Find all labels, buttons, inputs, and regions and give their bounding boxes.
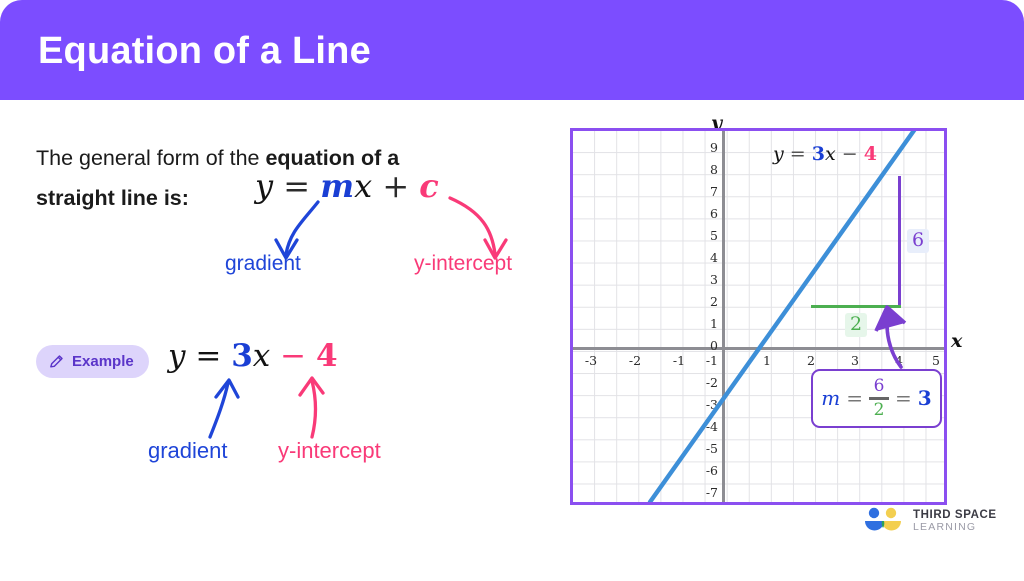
graph-eq-x: x xyxy=(824,143,836,165)
brand-logo: THIRD SPACE LEARNING xyxy=(862,507,997,535)
intercept-arrow-pink-example xyxy=(310,379,318,439)
brand-logo-text: THIRD SPACE LEARNING xyxy=(913,509,997,533)
example-badge: Example xyxy=(36,345,149,378)
intro-line1-plain: The general form of the xyxy=(36,146,266,170)
intercept-label-example: y-intercept xyxy=(278,438,381,463)
gradient-label-example: gradient xyxy=(148,438,228,463)
page-title: Equation of a Line xyxy=(38,30,371,72)
ex-eq-intercept: 4 xyxy=(315,338,338,374)
intercept-label-general: y-intercept xyxy=(414,252,513,275)
gradient-formula-m: m xyxy=(821,386,841,411)
graph-eq-slope: 3 xyxy=(811,143,825,165)
ex-eq-x: x xyxy=(252,338,271,374)
third-space-learning-logo-icon xyxy=(865,507,901,531)
ex-eq-minus: − xyxy=(280,338,307,374)
gradient-arrow-blue xyxy=(284,200,320,256)
rise-label: 6 xyxy=(907,229,930,253)
gradient-formula-denominator: 2 xyxy=(873,399,885,420)
brand-name-line2: LEARNING xyxy=(913,520,977,533)
example-equation: y = 3x − 4 xyxy=(168,338,338,374)
gradient-formula-box: m = 6 2 = 3 xyxy=(811,369,942,428)
graph-eq-minus: − xyxy=(841,143,858,165)
lesson-card: Equation of a Line The general form of t… xyxy=(0,0,1024,581)
gradient-formula-fraction: 6 2 xyxy=(869,375,890,420)
example-badge-label: Example xyxy=(72,353,134,370)
gradient-formula-result: 3 xyxy=(917,386,932,411)
gradient-label-general: gradient xyxy=(225,252,301,275)
gradient-formula-equals-1: = xyxy=(846,386,864,411)
graph-eq-equals: = xyxy=(789,143,806,165)
page-header: Equation of a Line xyxy=(0,0,1024,100)
ex-eq-y: y xyxy=(168,338,186,374)
gradient-formula-numerator: 6 xyxy=(873,375,885,396)
gradient-formula-row: m = 6 2 = 3 xyxy=(821,375,932,420)
pencil-icon xyxy=(50,355,63,368)
rise-segment xyxy=(898,175,901,308)
graph-equation-label: y = 3x − 4 xyxy=(773,143,877,165)
ex-eq-equals: = xyxy=(195,338,222,374)
ex-eq-slope: 3 xyxy=(231,338,253,374)
brand-name-line1: THIRD SPACE xyxy=(913,509,997,522)
graph-eq-intercept: 4 xyxy=(863,143,877,165)
coordinate-graph: 9 8 7 6 5 4 3 2 1 0 -1 -2 -3 -4 -5 -6 -7… xyxy=(570,128,947,505)
gradient-formula-equals-2: = xyxy=(895,386,912,411)
intercept-arrowhead-pink-example xyxy=(298,376,325,397)
graph-eq-y: y xyxy=(773,143,784,165)
intro-line2-bold: straight line is: xyxy=(36,186,189,210)
